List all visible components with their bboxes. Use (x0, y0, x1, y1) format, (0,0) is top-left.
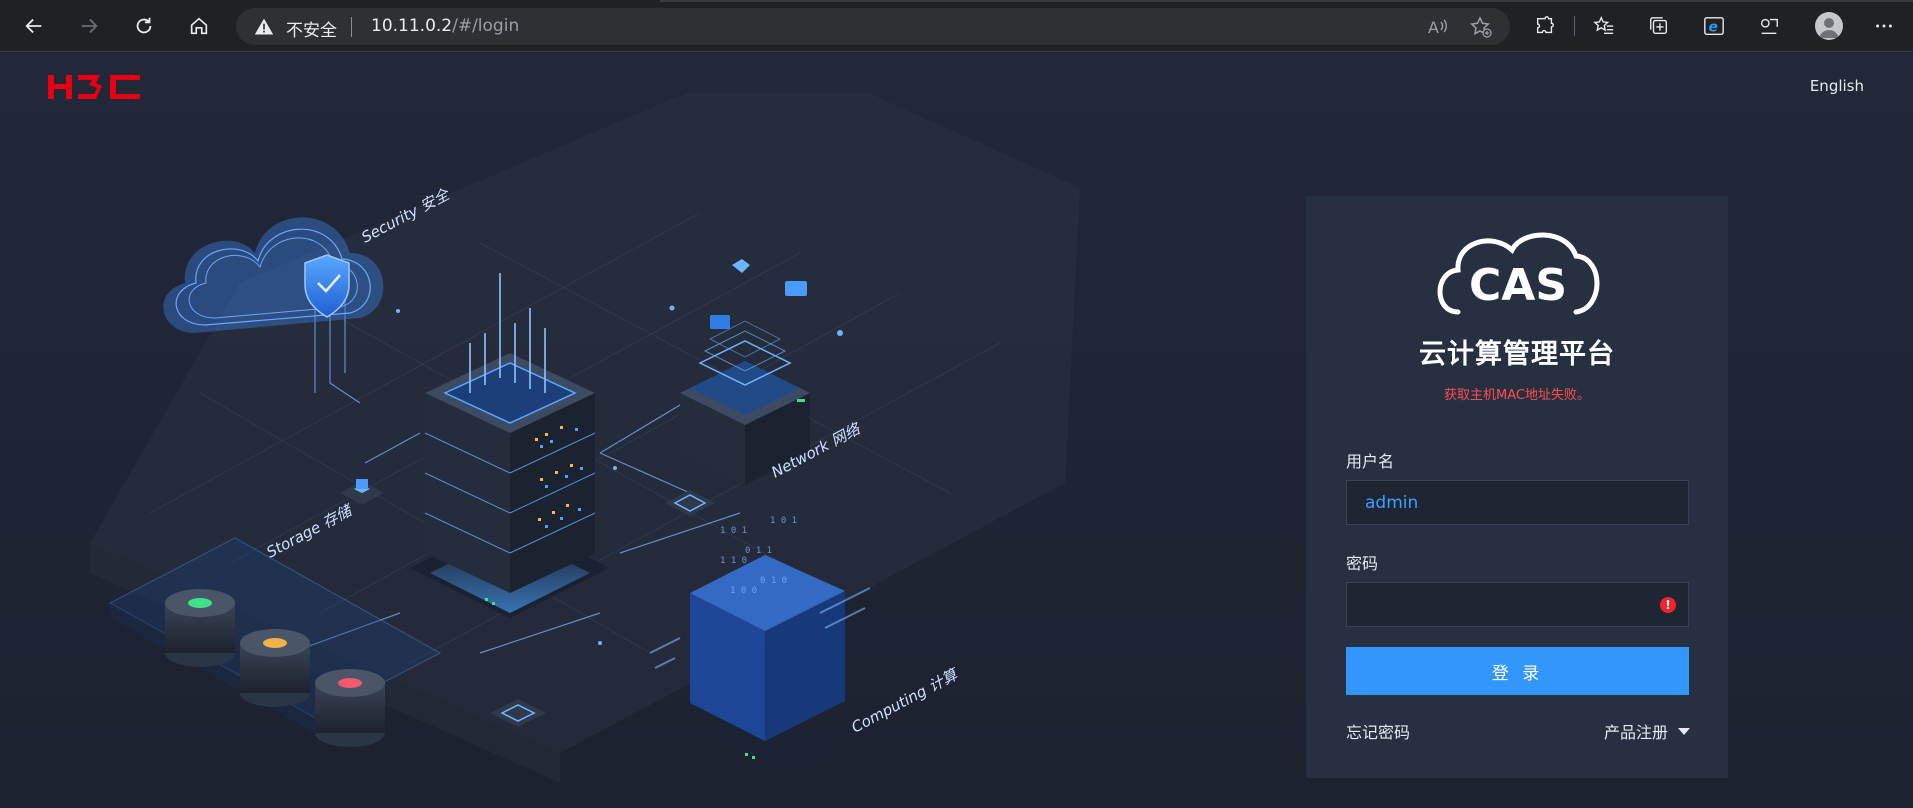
password-input[interactable] (1347, 583, 1688, 626)
language-switch[interactable]: English (1810, 77, 1864, 95)
forgot-password-link[interactable]: 忘记密码 (1346, 719, 1410, 743)
url-host: 10.11.0.2 (371, 16, 453, 36)
arrow-right-icon (81, 18, 98, 34)
svg-text:e: e (1709, 20, 1718, 36)
collections-icon (1650, 17, 1668, 35)
refresh-button[interactable] (129, 11, 159, 41)
extensions-button[interactable] (1531, 12, 1559, 40)
caret-down-icon (1678, 727, 1690, 735)
user-avatar-icon (1819, 18, 1839, 38)
platform-title: 云计算管理平台 (1419, 339, 1615, 370)
svg-text:1 0 0: 1 0 0 (730, 586, 757, 596)
url-separator (351, 17, 352, 37)
refresh-icon (136, 17, 152, 34)
address-bar[interactable]: 不安全 10.11.0.2/#/login A (236, 8, 1510, 45)
security-cloud (163, 217, 384, 333)
browser-toolbar: 不安全 10.11.0.2/#/login A e (0, 0, 1913, 52)
tab-strip-edge (660, 0, 1913, 2)
login-button[interactable]: 登 录 (1346, 647, 1689, 695)
svg-text:1 0 1: 1 0 1 (720, 526, 747, 536)
login-card: CAS 云计算管理平台 获取主机MAC地址失败。 用户名 密码 ! 登 录 忘记… (1306, 196, 1728, 778)
collections-button[interactable] (1645, 12, 1673, 40)
svg-text:1 0 1: 1 0 1 (770, 516, 797, 526)
svg-text:0 1 0: 0 1 0 (760, 576, 787, 586)
svg-text:0 1 1: 0 1 1 (745, 546, 772, 556)
mac-address-error: 获取主机MAC地址失败。 (1444, 388, 1590, 403)
toolbar-separator (1574, 16, 1575, 36)
username-field[interactable] (1346, 480, 1689, 525)
home-button[interactable] (184, 11, 214, 41)
read-aloud-icon[interactable]: A (1425, 15, 1449, 39)
profile-avatar[interactable] (1815, 12, 1843, 40)
add-favorite-icon[interactable] (1469, 15, 1493, 39)
computing-label: Computing 计算 (848, 665, 962, 737)
cas-cloud-logo: CAS (1437, 232, 1600, 315)
username-label: 用户名 (1346, 452, 1395, 471)
username-input[interactable] (1347, 481, 1688, 524)
cas-logo-text: CAS (1469, 260, 1567, 311)
performance-button[interactable] (1755, 12, 1783, 40)
svg-text:1 1 0: 1 1 0 (720, 556, 747, 566)
warning-icon[interactable] (254, 17, 274, 37)
password-field[interactable]: ! (1346, 582, 1689, 627)
product-register-dropdown[interactable]: 产品注册 (1604, 719, 1690, 743)
favorites-button[interactable] (1590, 12, 1618, 40)
url-text[interactable]: 10.11.0.2/#/login (371, 16, 519, 36)
favorites-icon (1593, 16, 1614, 35)
password-label: 密码 (1346, 554, 1379, 573)
ie-mode-button[interactable]: e (1700, 12, 1728, 40)
puzzle-icon (1536, 16, 1554, 34)
heartbeat-icon (1760, 18, 1778, 35)
insecure-label[interactable]: 不安全 (286, 16, 337, 41)
more-dots-icon (1876, 24, 1892, 28)
forward-button[interactable] (74, 11, 104, 41)
url-path: /#/login (452, 16, 520, 36)
arrow-left-icon (25, 18, 42, 34)
product-register-label: 产品注册 (1603, 723, 1668, 742)
settings-more-button[interactable] (1870, 12, 1898, 40)
password-error-icon: ! (1660, 597, 1676, 613)
home-icon (190, 17, 208, 35)
ie-mode-icon: e (1704, 17, 1724, 36)
back-button[interactable] (19, 11, 49, 41)
cloud-infrastructure-illustration: Security 安全 Network 网络 Storage 存储 1 0 10… (90, 93, 1080, 783)
svg-text:A: A (1428, 18, 1439, 37)
login-page: English Security 安全 Network 网络 Storage 存… (0, 53, 1913, 808)
